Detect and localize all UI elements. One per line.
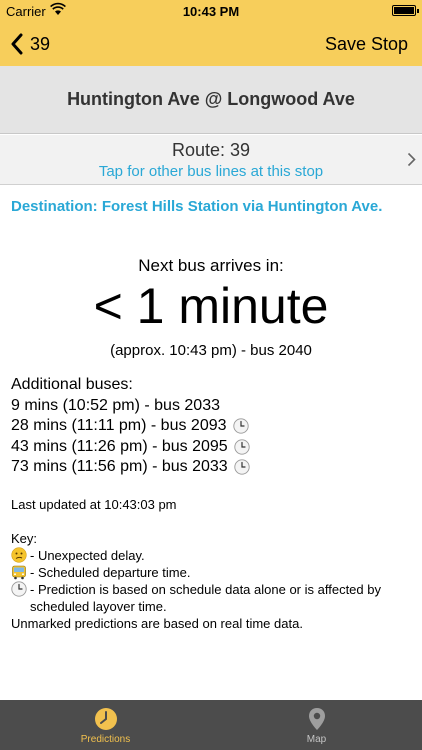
status-bar: Carrier 10:43 PM (0, 0, 422, 22)
navigation-bar: 39 Save Stop (0, 22, 422, 66)
chevron-right-icon (407, 152, 416, 167)
key-item-departure: - Scheduled departure time. (11, 564, 411, 581)
next-bus-time: < 1 minute (93, 278, 329, 334)
tab-map-label: Map (306, 734, 327, 745)
confused-face-icon (11, 547, 27, 563)
legend-key: Key: - Unexpected delay. - Scheduled dep… (11, 530, 411, 632)
key-item-schedule: - Prediction is based on schedule data a… (11, 581, 411, 615)
battery-icon (392, 5, 419, 16)
clock-icon (234, 459, 250, 475)
bus-row-text: 28 mins (11:11 pm) - bus 2093 (11, 417, 227, 434)
bus-row-text: 73 mins (11:56 pm) - bus 2033 (11, 458, 228, 475)
bus-row-text: 9 mins (10:52 pm) - bus 2033 (11, 396, 220, 414)
clock-icon (11, 581, 27, 597)
tab-predictions-label: Predictions (80, 734, 131, 745)
tab-map[interactable]: Map (211, 700, 422, 750)
key-item-delay: - Unexpected delay. (11, 547, 411, 564)
additional-buses: Additional buses: 9 mins (10:52 pm) - bu… (11, 375, 250, 478)
route-label: Route: 39 (171, 140, 251, 160)
clock-time: 10:43 PM (182, 4, 240, 19)
chevron-left-icon (11, 33, 23, 55)
additional-buses-title: Additional buses: (11, 376, 133, 393)
key-departure-text: - Scheduled departure time. (30, 565, 191, 580)
bus-row: 73 mins (11:56 pm) - bus 2033 (11, 457, 250, 478)
tab-bar: Predictions Map (0, 700, 422, 750)
destination-label: Destination: Forest Hills Station via Hu… (11, 198, 383, 215)
back-button[interactable]: 39 (10, 30, 50, 58)
key-schedule-text: - Prediction is based on schedule data a… (30, 582, 381, 614)
bus-row-text: 43 mins (11:26 pm) - bus 2095 (11, 437, 228, 455)
save-stop-button[interactable]: Save Stop (325, 34, 408, 55)
route-selector[interactable]: Route: 39 Tap for other bus lines at thi… (0, 135, 422, 185)
clock-tab-icon (94, 708, 117, 730)
bus-row: 43 mins (11:26 pm) - bus 2095 (11, 437, 250, 458)
last-updated: Last updated at 10:43:03 pm (11, 497, 177, 512)
key-note: Unmarked predictions are based on real t… (11, 616, 303, 631)
clock-icon (232, 418, 249, 434)
bus-row: 28 mins (11:11 pm) - bus 2093 (11, 416, 250, 437)
map-pin-icon (308, 708, 325, 730)
other-lines-hint: Tap for other bus lines at this stop (98, 163, 324, 180)
key-title: Key: (11, 531, 38, 546)
stop-title: Huntington Ave @ Longwood Ave (0, 66, 422, 134)
bus-row: 9 mins (10:52 pm) - bus 2033 (11, 396, 250, 417)
back-button-label: 39 (30, 33, 51, 54)
clock-icon (234, 439, 250, 455)
next-bus-label: Next bus arrives in: (138, 256, 284, 275)
next-bus-detail: (approx. 10:43 pm) - bus 2040 (110, 342, 312, 359)
bus-icon (12, 565, 26, 580)
tab-predictions[interactable]: Predictions (0, 700, 211, 750)
key-delay-text: - Unexpected delay. (30, 548, 145, 563)
